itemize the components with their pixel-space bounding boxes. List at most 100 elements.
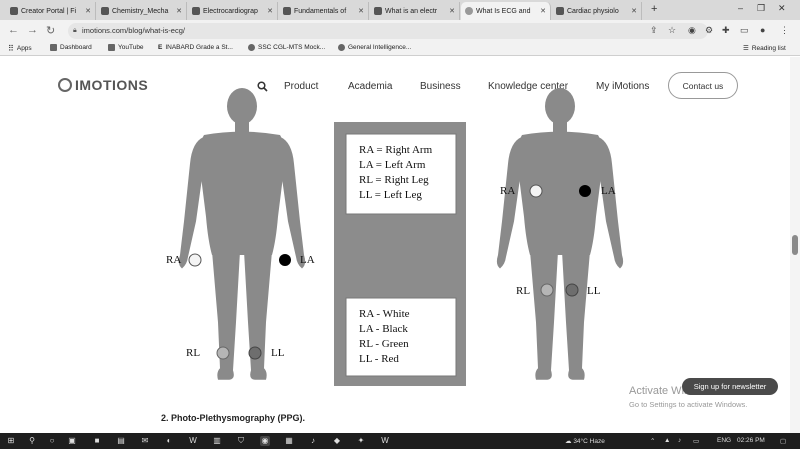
app-icon-6[interactable]: W [380, 436, 390, 446]
app-icon-4[interactable]: ◆ [332, 436, 342, 446]
left-la-label: LA [300, 254, 315, 266]
minimize-icon[interactable]: – [738, 3, 743, 13]
scrollbar-thumb[interactable] [792, 235, 798, 255]
left-rl-label: RL [186, 347, 201, 359]
close-icon[interactable]: ✕ [85, 7, 91, 15]
tab-cardiac-physiology[interactable]: Cardiac physiolo ✕ [552, 2, 642, 20]
left-rl-electrode [216, 346, 230, 360]
notifications-icon[interactable]: ▢ [780, 437, 786, 445]
bookmark-ssc-cgl[interactable]: SSC CGL-MTS Mock... [248, 44, 325, 51]
lock-icon: 🔒︎ [73, 27, 77, 34]
right-body-figure [496, 87, 624, 380]
task-view-icon[interactable]: ▣ [67, 436, 77, 446]
right-ll-electrode [565, 283, 579, 297]
dashboard-icon [50, 44, 57, 51]
avatar[interactable]: ● [760, 25, 765, 35]
share-icon[interactable]: ⇪ [650, 25, 658, 36]
chrome-icon[interactable]: ◉ [260, 436, 270, 446]
favicon-icon [10, 7, 18, 15]
left-ll-label: LL [271, 347, 285, 359]
left-body-figure [178, 87, 306, 380]
left-ra-label: RA [166, 254, 182, 266]
profile-icon[interactable]: ◉ [688, 25, 696, 36]
clock[interactable]: 02:26 PM [737, 437, 765, 444]
browser-toolbar: ← → ↻ 🔒︎ imotions.com/blog/what-is-ecg/ … [0, 20, 800, 42]
tab-what-is-electr[interactable]: What is an electr ✕ [370, 2, 460, 20]
right-la-label: LA [601, 185, 616, 197]
tab-creator-portal[interactable]: Creator Portal | Fi ✕ [6, 2, 96, 20]
newsletter-signup-button[interactable]: Sign up for newsletter [682, 378, 778, 395]
mail-icon[interactable]: ✉ [140, 436, 150, 446]
tab-chemistry[interactable]: Chemistry_Mecha ✕ [97, 2, 187, 20]
restore-icon[interactable]: ❐ [757, 3, 765, 14]
reading-list-button[interactable]: ☰ Reading list [743, 44, 786, 53]
close-icon[interactable]: ✕ [631, 7, 637, 15]
reload-icon[interactable]: ↻ [46, 24, 55, 37]
star-icon[interactable]: ☆ [668, 25, 676, 36]
address-bar[interactable]: 🔒︎ imotions.com/blog/what-is-ecg/ [68, 23, 708, 39]
close-icon[interactable]: ✕ [358, 7, 364, 15]
right-ra-label: RA [500, 185, 516, 197]
store-icon[interactable]: ▥ [212, 436, 222, 446]
tab-what-is-ecg[interactable]: What Is ECG and ✕ [461, 2, 551, 20]
browser-tab-strip: Creator Portal | Fi ✕ Chemistry_Mecha ✕ El… [0, 0, 800, 20]
section-heading-ppg: 2. Photo-Plethysmography (PPG). [161, 413, 306, 423]
favicon-icon [283, 7, 291, 15]
cortana-icon[interactable]: ○ [47, 436, 57, 446]
right-ll-label: LL [587, 285, 601, 297]
youtube-icon [108, 44, 115, 51]
legend-top-text: RA = Right Arm LA = Left Arm RL = Right … [359, 144, 433, 201]
app-icon-5[interactable]: ✦ [356, 436, 366, 446]
bookmark-inabard[interactable]: E INABARD Grade a St... [158, 44, 233, 51]
favicon-icon [192, 7, 200, 15]
bookmark-apps[interactable]: ⠿ Apps [8, 44, 32, 53]
language-indicator[interactable]: ENG [717, 437, 731, 444]
e-logo-icon: E [158, 44, 163, 51]
explorer-icon[interactable]: ▤ [116, 436, 126, 446]
bookmark-general-intelligence[interactable]: General Intelligence... [338, 44, 411, 51]
windows-start-icon[interactable]: ⊞ [6, 436, 16, 446]
search-icon[interactable]: ⚲ [27, 436, 37, 446]
puzzle-icon[interactable]: ✚ [722, 25, 730, 36]
bookmark-dashboard[interactable]: Dashboard [50, 44, 92, 51]
favicon-icon [556, 7, 564, 15]
new-tab-button[interactable]: + [651, 3, 657, 15]
menu-icon[interactable]: ⋮ [780, 25, 789, 36]
app-icon-3[interactable]: ♪ [308, 436, 318, 446]
volume-icon[interactable]: ♪ [678, 437, 681, 444]
close-icon[interactable]: ✕ [540, 7, 546, 15]
forward-icon[interactable]: → [27, 24, 38, 36]
tab-electrocardiograph[interactable]: Electrocardiograp ✕ [188, 2, 278, 20]
web-page: IMOTIONS Product Academia Business Knowl… [0, 57, 790, 433]
sidepanel-icon[interactable]: ▭ [740, 25, 749, 36]
apps-grid-icon: ⠿ [8, 44, 14, 53]
app-icon[interactable]: ■ [92, 436, 102, 446]
word-icon[interactable]: W [188, 436, 198, 446]
right-ra-electrode [529, 184, 543, 198]
app-icon-2[interactable]: ▦ [284, 436, 294, 446]
weather-widget[interactable]: ☁ 34°C Haze [565, 437, 605, 445]
left-la-electrode [279, 254, 291, 266]
right-rl-electrode [540, 283, 554, 297]
tray-overflow-icon[interactable]: ⌃ [650, 437, 655, 445]
close-icon[interactable]: ✕ [449, 7, 455, 15]
gi-icon [338, 44, 345, 51]
right-rl-label: RL [516, 285, 531, 297]
page-scrollbar[interactable] [790, 57, 800, 433]
close-window-icon[interactable]: ✕ [778, 3, 786, 14]
close-icon[interactable]: ✕ [267, 7, 273, 15]
edge-icon[interactable]: ◐ [164, 436, 174, 446]
shield-icon[interactable]: ⛉ [236, 436, 246, 446]
back-icon[interactable]: ← [8, 24, 19, 36]
extension-icon[interactable]: ⚙ [705, 25, 713, 36]
network-icon[interactable]: ▲ [664, 437, 670, 444]
legend-bottom-text: RA - White LA - Black RL - Green LL - Re… [359, 308, 410, 365]
favicon-icon [465, 7, 473, 15]
bookmark-youtube[interactable]: YouTube [108, 44, 144, 51]
ssc-icon [248, 44, 255, 51]
left-ll-electrode [248, 346, 262, 360]
close-icon[interactable]: ✕ [176, 7, 182, 15]
battery-icon[interactable]: ▭ [693, 437, 699, 445]
tab-fundamentals[interactable]: Fundamentals of ✕ [279, 2, 369, 20]
favicon-icon [374, 7, 382, 15]
